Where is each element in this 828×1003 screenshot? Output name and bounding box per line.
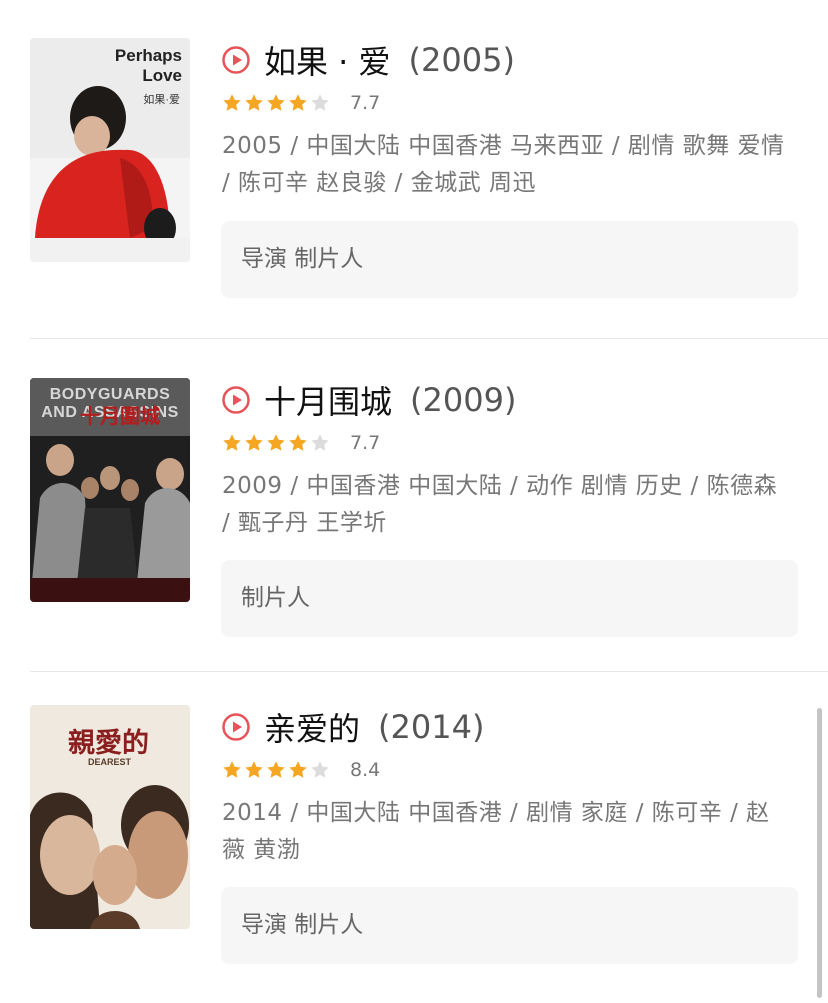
credits-box[interactable]: 制片人: [221, 560, 798, 637]
play-circle-icon[interactable]: [222, 713, 250, 741]
rating-score: 7.7: [350, 92, 381, 114]
movie-year: (2005): [408, 41, 515, 79]
credits-label: 导演 制片人: [241, 912, 364, 938]
star-rating: [222, 93, 332, 113]
movie-title[interactable]: 如果 · 爱: [264, 37, 391, 83]
rating-row: 7.7: [222, 431, 380, 455]
poster-title-en: Perhaps Love: [114, 46, 182, 85]
movie-meta: 2014 / 中国大陆 中国香港 / 剧情 家庭 / 陈可辛 / 赵薇 黄渤: [222, 800, 770, 863]
star-icon: [289, 94, 307, 111]
star-icon: [223, 94, 241, 111]
star-icon: [245, 94, 263, 111]
movie-meta: 2005 / 中国大陆 中国香港 马来西亚 / 剧情 歌舞 爱情 / 陈可辛 赵…: [222, 133, 785, 196]
star-rating: [222, 433, 332, 453]
star-icon: [223, 434, 241, 451]
star-icon: [289, 434, 307, 451]
title-row: 如果 · 爱 (2005): [222, 38, 515, 82]
rating-score: 8.4: [350, 759, 381, 781]
scrollbar[interactable]: [817, 708, 822, 998]
star-icon: [223, 761, 241, 778]
movie-poster[interactable]: 親愛的 DEAREST: [30, 705, 190, 929]
star-icon: [267, 761, 285, 778]
movie-meta: 2009 / 中国香港 中国大陆 / 动作 剧情 历史 / 陈德森 / 甄子丹 …: [222, 473, 778, 536]
movie-item[interactable]: Perhaps Love 如果·爱 如果 · 爱 (2005) 7.7 2005…: [0, 0, 828, 338]
credits-box[interactable]: 导演 制片人: [221, 221, 798, 298]
rating-row: 7.7: [222, 91, 380, 115]
poster-title-cn: 十月圍城: [80, 406, 160, 428]
movie-poster[interactable]: Perhaps Love 如果·爱: [30, 38, 190, 262]
movie-year: (2014): [378, 708, 485, 746]
movie-poster[interactable]: BODYGUARDS AND ASSASSINS 十月圍城: [30, 378, 190, 602]
star-icon: [245, 761, 263, 778]
star-empty-icon: [311, 94, 329, 111]
movie-title[interactable]: 亲爱的: [264, 704, 360, 750]
movie-year: (2009): [410, 381, 517, 419]
play-circle-icon[interactable]: [222, 386, 250, 414]
star-rating: [222, 760, 332, 780]
movie-item[interactable]: BODYGUARDS AND ASSASSINS 十月圍城 十月围城 (2009…: [0, 339, 828, 671]
star-icon: [267, 94, 285, 111]
credits-label: 导演 制片人: [241, 246, 364, 272]
play-circle-icon[interactable]: [222, 46, 250, 74]
rating-row: 8.4: [222, 758, 380, 782]
rating-score: 7.7: [350, 432, 381, 454]
star-empty-icon: [311, 434, 329, 451]
poster-title-cn: 親愛的: [68, 728, 149, 758]
star-icon: [267, 434, 285, 451]
title-row: 亲爱的 (2014): [222, 705, 484, 749]
credits-label: 制片人: [241, 585, 310, 611]
star-empty-icon: [311, 761, 329, 778]
credits-box[interactable]: 导演 制片人: [221, 887, 798, 964]
star-icon: [245, 434, 263, 451]
poster-title-cn: 如果·爱: [143, 94, 180, 106]
title-row: 十月围城 (2009): [222, 378, 516, 422]
poster-title-en: DEAREST: [88, 757, 132, 767]
movie-item[interactable]: 親愛的 DEAREST 亲爱的 (2014) 8.4 2014 / 中国大陆 中…: [0, 672, 828, 1003]
movie-title[interactable]: 十月围城: [264, 377, 392, 423]
star-icon: [289, 761, 307, 778]
